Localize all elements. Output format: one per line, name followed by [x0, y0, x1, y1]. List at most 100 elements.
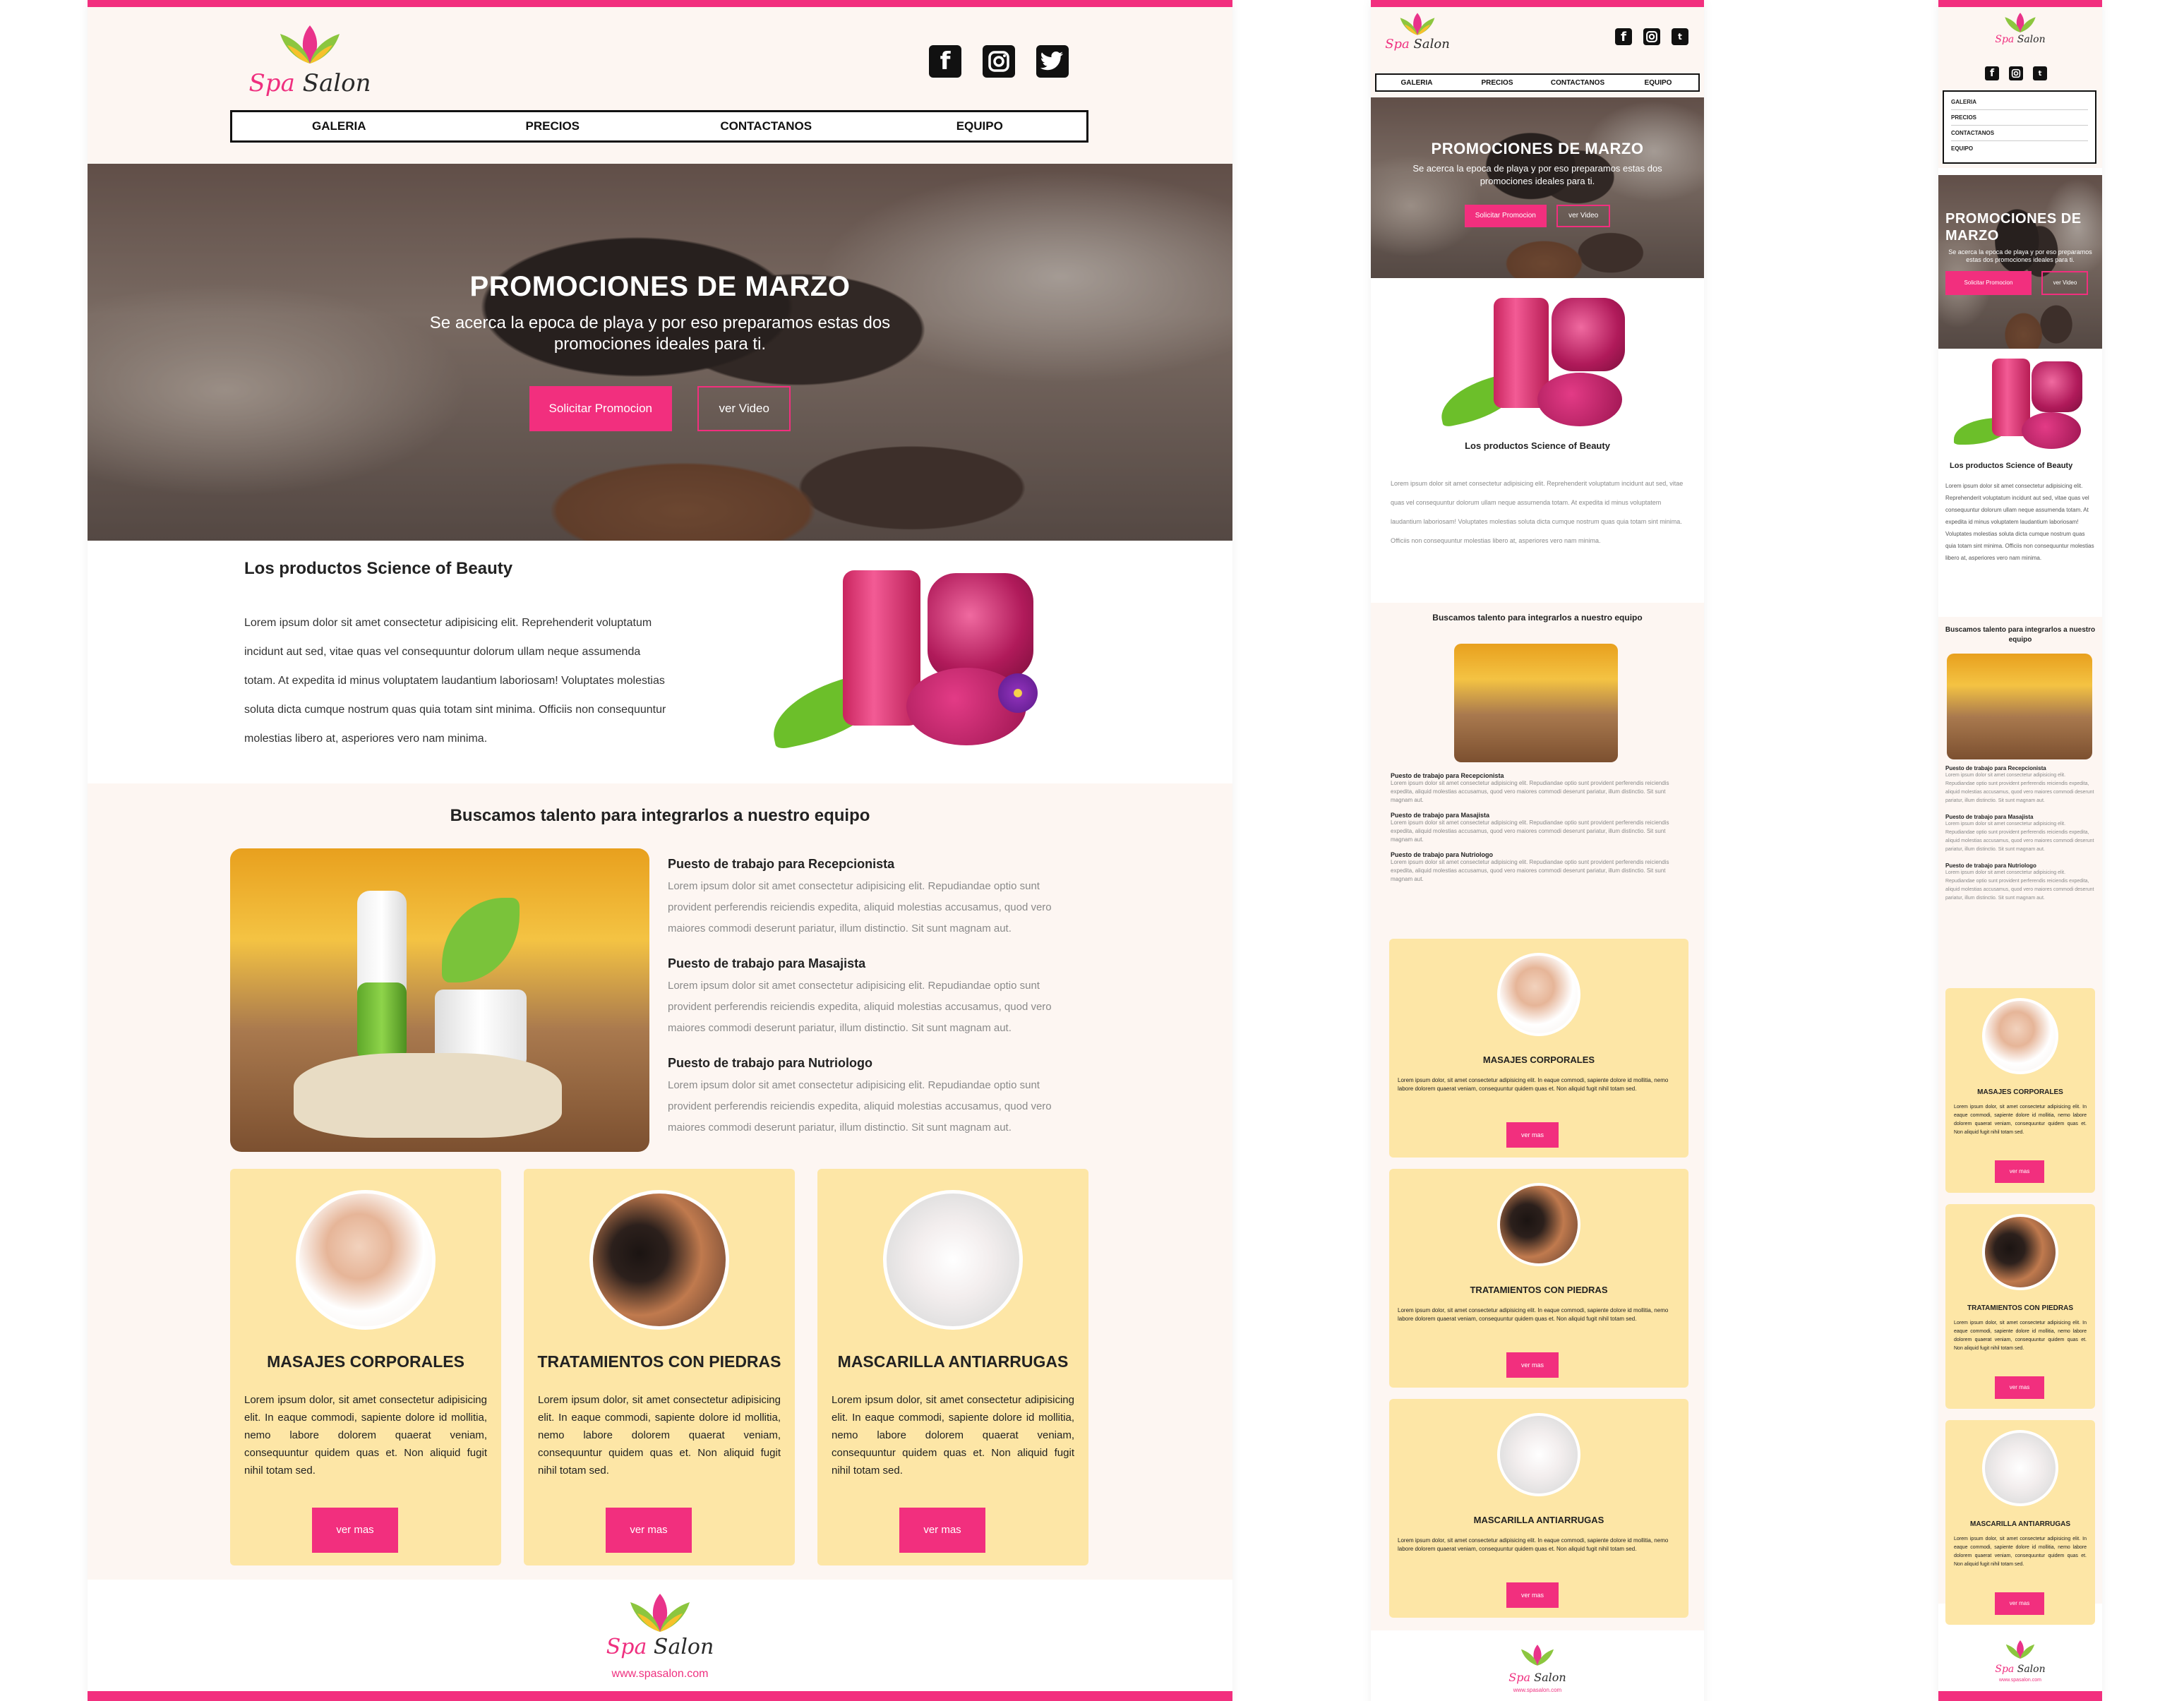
- twitter-icon[interactable]: t: [2033, 66, 2047, 80]
- job-item: Puesto de trabajo para Nutriologo Lorem …: [1391, 851, 1687, 884]
- service-title: MASCARILLA ANTIARRUGAS: [1969, 1520, 2071, 1528]
- nav-item-contactanos[interactable]: CONTACTANOS: [1951, 126, 2088, 141]
- job-title: Puesto de trabajo para Nutriologo: [1391, 851, 1494, 858]
- service-more-button[interactable]: ver mas: [1995, 1160, 2044, 1183]
- top-accent-bar: [88, 0, 1232, 7]
- tablet-mockup: Spa Salon f t GALERIA PRECIOS CONTACTANO…: [1371, 0, 1704, 1701]
- service-more-button[interactable]: ver mas: [1995, 1592, 2044, 1615]
- pouch-shape: [294, 1053, 562, 1138]
- footer-website-link[interactable]: www.spasalon.com: [1371, 1687, 1704, 1693]
- nav-item-equipo[interactable]: EQUIPO: [1618, 79, 1698, 87]
- nav-item-contactanos[interactable]: CONTACTANOS: [659, 119, 873, 133]
- instagram-icon[interactable]: [2009, 66, 2023, 80]
- service-body: Lorem ipsum dolor, sit amet consectetur …: [1954, 1105, 2087, 1135]
- request-promo-button[interactable]: Solicitar Promocion: [529, 386, 672, 431]
- logo-word-spa: Spa: [1508, 1671, 1531, 1684]
- nav-item-galeria[interactable]: GALERIA: [1376, 79, 1457, 87]
- service-more-button[interactable]: ver mas: [1995, 1376, 2044, 1399]
- instagram-icon[interactable]: [983, 45, 1015, 78]
- service-title: MASAJES CORPORALES: [267, 1352, 464, 1371]
- logo-word-salon: Salon: [2017, 1664, 2046, 1675]
- request-promo-button[interactable]: Solicitar Promocion: [1464, 205, 1547, 227]
- facebook-icon[interactable]: f: [1615, 28, 1632, 45]
- logo-word-spa: Spa: [606, 1635, 647, 1659]
- green-bottle-shape: [357, 982, 407, 1060]
- jar-large: [2032, 361, 2082, 412]
- nav-item-precios[interactable]: PRECIOS: [1951, 110, 2088, 126]
- service-title: TRATAMIENTOS CON PIEDRAS: [537, 1352, 781, 1371]
- job-title: Puesto de trabajo para Masajista: [668, 956, 866, 970]
- jobs-section: Buscamos talento para integrarlos a nues…: [1371, 603, 1704, 1630]
- logo-word-spa: Spa: [248, 69, 295, 97]
- job-item: Puesto de trabajo para Recepcionista Lor…: [668, 857, 1077, 939]
- jar-lid: [2022, 412, 2081, 449]
- facebook-icon[interactable]: f: [929, 45, 961, 78]
- service-more-button[interactable]: ver mas: [1506, 1582, 1559, 1608]
- social-links: f t: [1985, 66, 2047, 80]
- logo[interactable]: Spa Salon: [1938, 11, 2102, 45]
- job-title: Puesto de trabajo para Recepcionista: [668, 857, 895, 871]
- service-title: MASAJES CORPORALES: [1977, 1088, 2063, 1096]
- jobs-image: [1454, 644, 1618, 762]
- top-accent-bar: [1371, 0, 1704, 7]
- footer-website-link[interactable]: www.spasalon.com: [1938, 1678, 2102, 1683]
- logo-word-salon: Salon: [302, 69, 371, 97]
- job-body: Lorem ipsum dolor sit amet consectetur a…: [1945, 870, 2094, 901]
- service-body: Lorem ipsum dolor, sit amet consectetur …: [244, 1394, 487, 1477]
- watch-video-button[interactable]: ver Video: [1556, 205, 1611, 227]
- social-links: f t: [1615, 28, 1688, 45]
- stones-avatar: [1982, 1214, 2058, 1290]
- facebook-icon[interactable]: f: [1985, 66, 1999, 80]
- nav-item-precios[interactable]: PRECIOS: [1457, 79, 1537, 87]
- twitter-icon[interactable]: [1036, 45, 1069, 78]
- footer-website-link[interactable]: www.spasalon.com: [88, 1668, 1232, 1681]
- instagram-icon[interactable]: [1643, 28, 1660, 45]
- service-more-button[interactable]: ver mas: [1506, 1122, 1559, 1148]
- hero-buttons: Solicitar Promocion ver Video: [1371, 205, 1704, 227]
- service-card: MASCARILLA ANTIARRUGAS Lorem ipsum dolor…: [817, 1169, 1088, 1565]
- nav-item-equipo[interactable]: EQUIPO: [873, 119, 1087, 133]
- service-more-button[interactable]: ver mas: [606, 1508, 692, 1553]
- service-more-button[interactable]: ver mas: [899, 1508, 985, 1553]
- job-body: Lorem ipsum dolor sit amet consectetur a…: [1391, 859, 1669, 882]
- hero-banner: PROMOCIONES DE MARZO Se acerca la epoca …: [1371, 97, 1704, 278]
- nav-item-contactanos[interactable]: CONTACTANOS: [1537, 79, 1618, 87]
- hero-banner: PROMOCIONES DE MARZO Se acerca la epoca …: [88, 164, 1232, 541]
- site-header: Spa Salon f t GALERIA PRECIOS CONTACTANO…: [1371, 7, 1704, 97]
- products-section: Los productos Science of Beauty Lorem ip…: [88, 541, 1232, 783]
- twitter-icon[interactable]: t: [1672, 28, 1688, 45]
- service-card: TRATAMIENTOS CON PIEDRAS Lorem ipsum dol…: [1945, 1204, 2095, 1409]
- logo[interactable]: Spa Salon: [243, 23, 377, 97]
- hero-content: PROMOCIONES DE MARZO Se acerca la epoca …: [1371, 140, 1704, 227]
- products-body: Lorem ipsum dolor sit amet consectetur a…: [1391, 480, 1684, 544]
- stones-avatar: [1497, 1183, 1580, 1266]
- main-nav: GALERIA PRECIOS CONTACTANOS EQUIPO: [230, 110, 1088, 143]
- site-header: Spa Salon f GALERIA PRECIOS CONTACTANOS …: [88, 7, 1232, 164]
- job-body: Lorem ipsum dolor sit amet consectetur a…: [668, 880, 1052, 934]
- jobs-image: [230, 848, 649, 1152]
- job-item: Puesto de trabajo para Recepcionista Lor…: [1391, 772, 1687, 805]
- massage-avatar: [296, 1190, 436, 1330]
- logo-text: Spa Salon: [1384, 37, 1451, 52]
- hero-subtitle: Se acerca la epoca de playa y por eso pr…: [1412, 163, 1662, 186]
- request-promo-button[interactable]: Solicitar Promocion: [1945, 271, 2032, 295]
- service-title: MASAJES CORPORALES: [1482, 1054, 1595, 1065]
- jobs-title: Buscamos talento para integrarlos a nues…: [1432, 613, 1643, 623]
- watch-video-button[interactable]: ver Video: [697, 386, 791, 431]
- nav-item-equipo[interactable]: EQUIPO: [1951, 141, 2088, 157]
- service-more-button[interactable]: ver mas: [1506, 1352, 1559, 1378]
- watch-video-button[interactable]: ver Video: [2041, 271, 2089, 295]
- products-section: Los productos Science of Beauty Lorem ip…: [1371, 278, 1704, 603]
- nav-item-galeria[interactable]: GALERIA: [1951, 95, 2088, 110]
- footer-logo[interactable]: Spa Salon www.spasalon.com: [88, 1591, 1232, 1681]
- job-item: Puesto de trabajo para Nutriologo Lorem …: [1945, 862, 2095, 903]
- products-title: Los productos Science of Beauty: [1950, 462, 2073, 470]
- logo[interactable]: Spa Salon: [1384, 11, 1451, 52]
- nav-item-galeria[interactable]: GALERIA: [232, 119, 446, 133]
- logo-word-spa: Spa: [1995, 1664, 2015, 1675]
- job-item: Puesto de trabajo para Recepcionista Lor…: [1945, 765, 2095, 805]
- job-title: Puesto de trabajo para Nutriologo: [668, 1056, 873, 1070]
- service-more-button[interactable]: ver mas: [312, 1508, 398, 1553]
- nav-item-precios[interactable]: PRECIOS: [446, 119, 660, 133]
- cosmetics-image: [1954, 359, 2088, 457]
